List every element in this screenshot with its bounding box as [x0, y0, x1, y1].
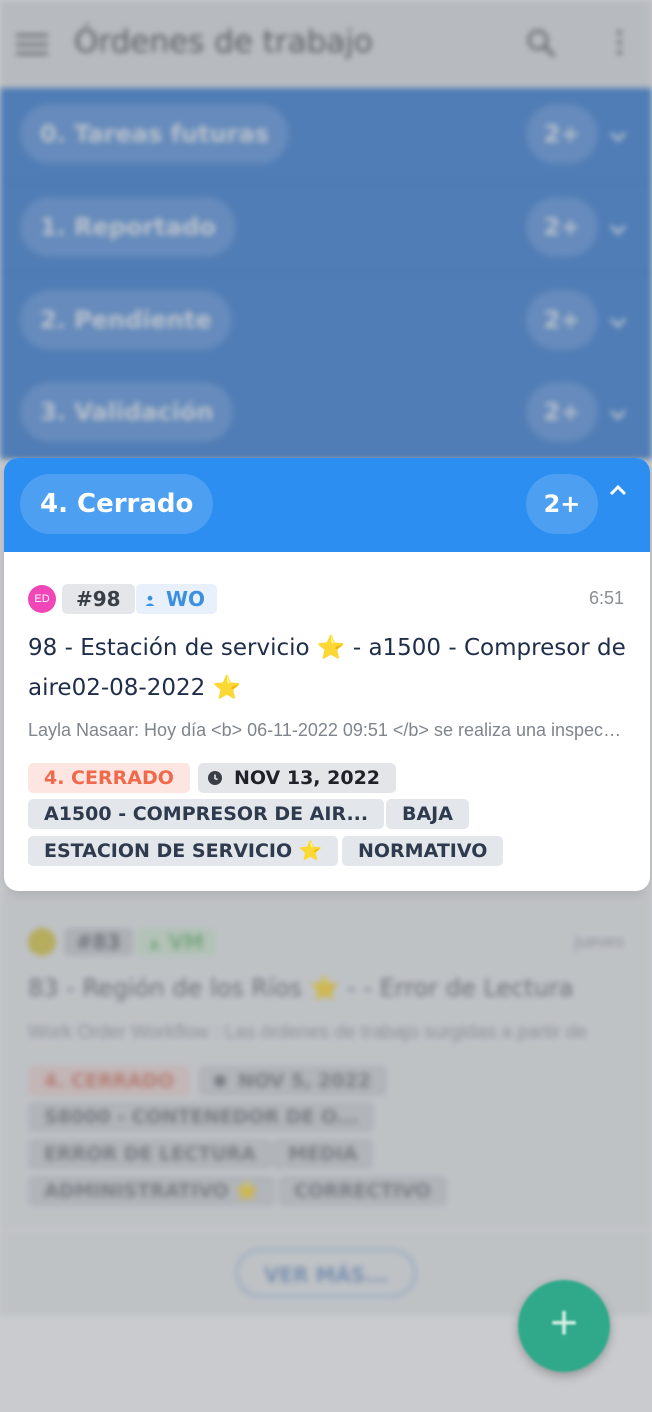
- status-group-header[interactable]: 4. Cerrado 2+: [4, 458, 650, 552]
- work-order-title: 98 - Estación de servicio ⭐ - a1500 - Co…: [28, 635, 626, 701]
- avatar: ED: [28, 585, 56, 613]
- date-tag-label: NOV 13, 2022: [234, 767, 381, 789]
- status-tag: 4. CERRADO: [28, 763, 190, 793]
- chevron-up-icon[interactable]: [606, 478, 630, 502]
- add-work-order-button[interactable]: +: [518, 1280, 610, 1372]
- work-order-time: 6:51: [588, 588, 624, 608]
- card-meta-row: ED #98 WO 6:51: [28, 584, 628, 614]
- work-order-type: WO: [136, 584, 218, 614]
- status-group-count: 2+: [526, 474, 598, 534]
- tag: NORMATIVO: [342, 836, 504, 866]
- date-tag: NOV 13, 2022: [198, 763, 397, 793]
- clock-icon: [208, 771, 222, 785]
- work-order-description: Layla Nasaar: Hoy día <b> 06-11-2022 09:…: [28, 720, 626, 740]
- work-order-type-label: WO: [166, 587, 206, 611]
- tag: A1500 - COMPRESOR DE AIR...: [28, 799, 385, 829]
- tag: BAJA: [386, 799, 469, 829]
- tag: ESTACION DE SERVICIO ⭐: [28, 836, 339, 866]
- status-group-label: 4. Cerrado: [20, 474, 214, 534]
- person-icon: [145, 595, 155, 606]
- work-order-number: #98: [62, 584, 135, 614]
- expanded-status-group: 4. Cerrado 2+ ED #98 WO 6:51 98 - Estaci…: [4, 458, 650, 891]
